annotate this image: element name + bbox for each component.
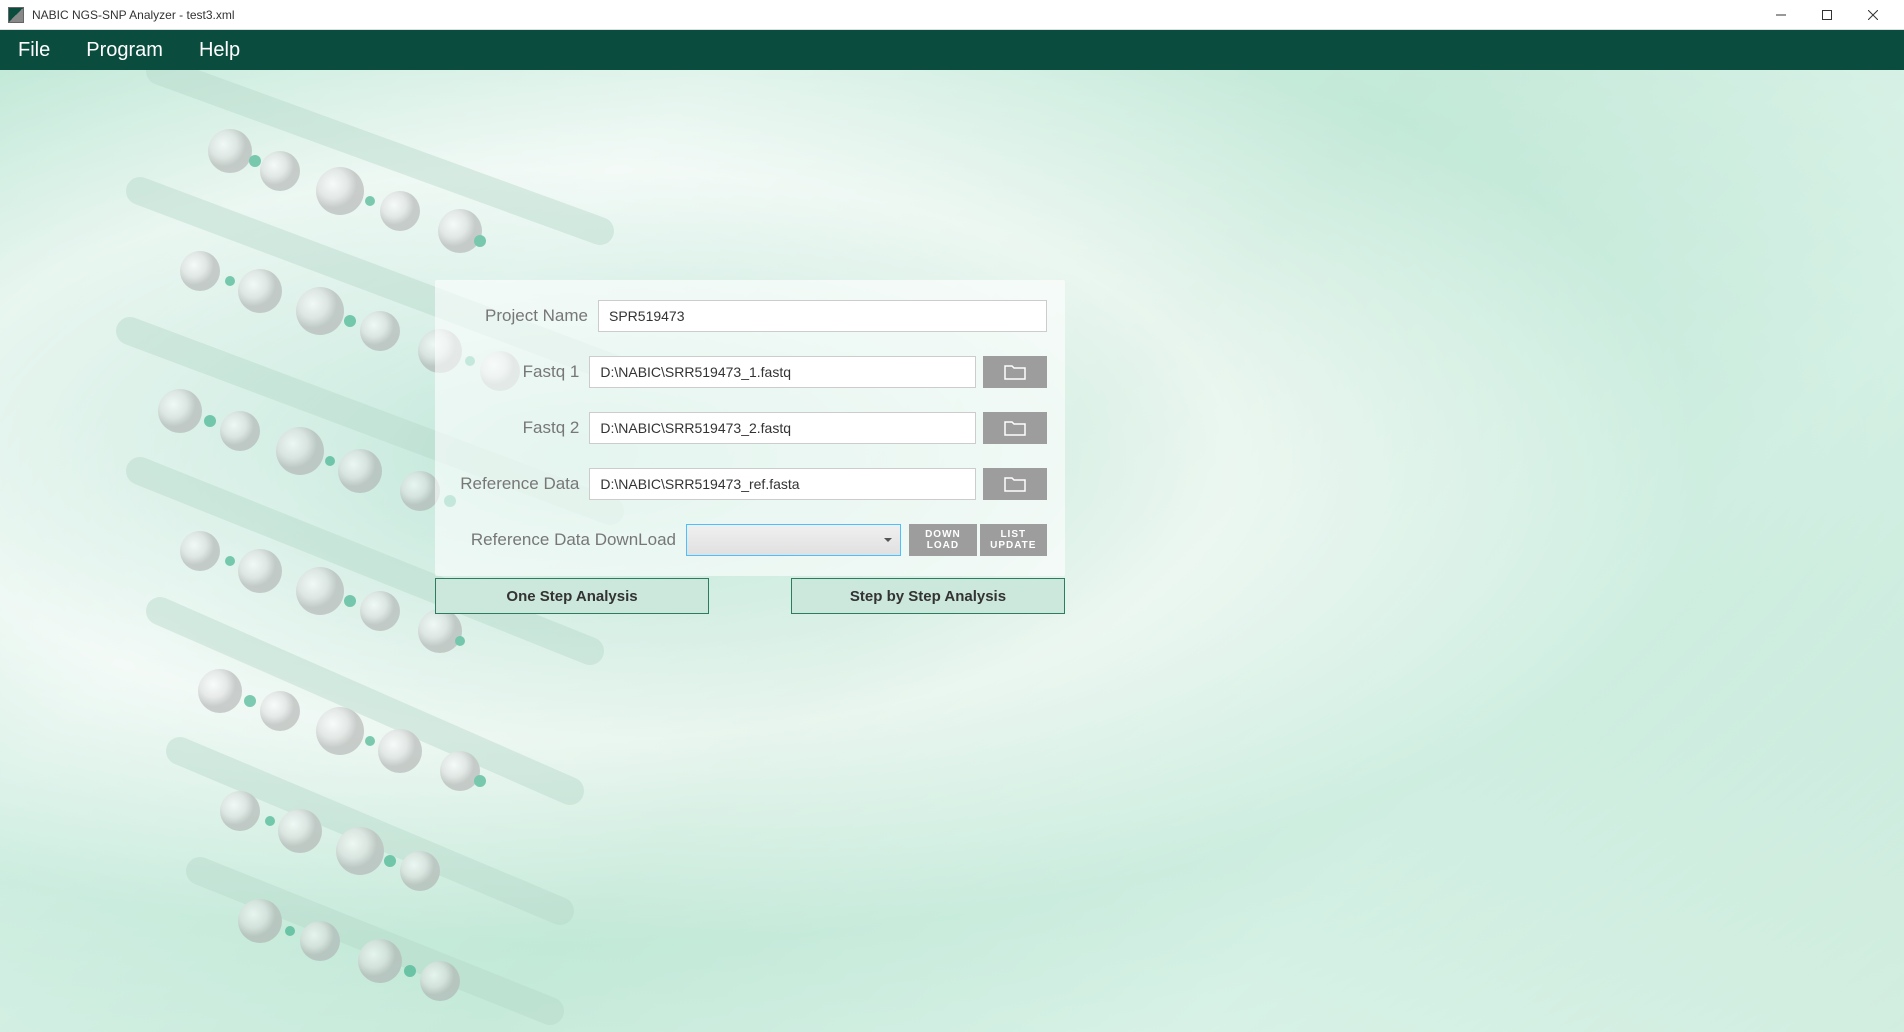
action-buttons: One Step Analysis Step by Step Analysis	[435, 578, 1065, 614]
title-bar: NABIC NGS-SNP Analyzer - test3.xml	[0, 0, 1904, 30]
app-icon	[8, 7, 24, 23]
window-title: NABIC NGS-SNP Analyzer - test3.xml	[32, 8, 1758, 22]
chevron-down-icon	[884, 538, 892, 542]
form-panel: Project Name Fastq 1 Fastq 2 Reference D…	[435, 280, 1065, 576]
fastq2-input[interactable]	[589, 412, 976, 444]
refdata-row: Reference Data	[453, 468, 1047, 500]
fastq1-input[interactable]	[589, 356, 976, 388]
menu-program[interactable]: Program	[78, 35, 171, 66]
list-update-button[interactable]: LIST UPDATE	[980, 524, 1047, 556]
project-name-row: Project Name	[453, 300, 1047, 332]
refdata-label: Reference Data	[453, 474, 579, 494]
maximize-button[interactable]	[1804, 0, 1850, 30]
refdata-browse-button[interactable]	[983, 468, 1047, 500]
step-by-step-analysis-button[interactable]: Step by Step Analysis	[791, 578, 1065, 614]
refdl-row: Reference Data DownLoad DOWN LOAD LIST U…	[453, 524, 1047, 556]
menu-bar: File Program Help	[0, 30, 1904, 70]
fastq1-label: Fastq 1	[453, 362, 579, 382]
fastq2-browse-button[interactable]	[983, 412, 1047, 444]
folder-icon	[1004, 476, 1026, 492]
fastq1-row: Fastq 1	[453, 356, 1047, 388]
menu-file[interactable]: File	[10, 35, 58, 66]
menu-help[interactable]: Help	[191, 35, 248, 66]
refdl-label: Reference Data DownLoad	[453, 530, 676, 550]
refdl-combobox[interactable]	[686, 524, 901, 556]
refdata-input[interactable]	[589, 468, 976, 500]
fastq2-label: Fastq 2	[453, 418, 579, 438]
folder-icon	[1004, 364, 1026, 380]
folder-icon	[1004, 420, 1026, 436]
fastq1-browse-button[interactable]	[983, 356, 1047, 388]
close-button[interactable]	[1850, 0, 1896, 30]
minimize-button[interactable]	[1758, 0, 1804, 30]
project-name-label: Project Name	[453, 306, 588, 326]
download-button[interactable]: DOWN LOAD	[909, 524, 976, 556]
one-step-analysis-button[interactable]: One Step Analysis	[435, 578, 709, 614]
window-controls	[1758, 0, 1896, 30]
content-area: Project Name Fastq 1 Fastq 2 Reference D…	[0, 70, 1904, 1032]
fastq2-row: Fastq 2	[453, 412, 1047, 444]
project-name-input[interactable]	[598, 300, 1047, 332]
